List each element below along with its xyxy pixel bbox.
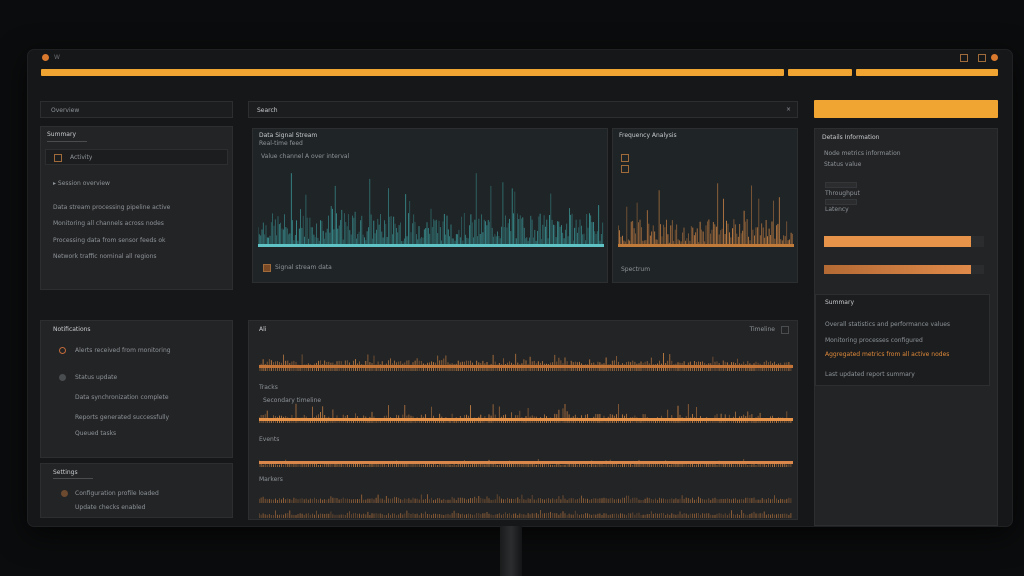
monitor-frame: W Overview Summary Activity ▸ Session ov… [28, 50, 1012, 526]
chart1-title: Data Signal Stream [259, 132, 318, 139]
chart2-title: Frequency Analysis [619, 132, 677, 139]
top-tab-2[interactable] [788, 69, 852, 76]
progress-bar-2 [824, 265, 984, 274]
chart1-legend: Value channel A over interval [261, 153, 350, 160]
top-tab-3[interactable] [856, 69, 998, 76]
activity-row[interactable]: Activity [45, 149, 228, 165]
details-line-3: Throughput [825, 190, 860, 197]
settings-title: Settings [53, 469, 78, 476]
stream-baseline [258, 244, 604, 247]
right-action-button[interactable] [814, 100, 998, 118]
timeline-track-5 [259, 510, 792, 518]
chart1-subtitle: Real-time feed [259, 140, 303, 147]
overview-divider [47, 141, 87, 142]
overview-line-3: Monitoring all channels across nodes [53, 220, 164, 227]
timeline-track-3 [259, 459, 793, 467]
details-title: Details Information [822, 134, 880, 141]
notifications-title: Notifications [53, 326, 91, 333]
notif-line-5: Queued tasks [75, 430, 117, 437]
settings-icon [61, 490, 68, 497]
details-line-2: Status value [824, 161, 862, 168]
summary-line-2: Monitoring processes configured [825, 337, 923, 344]
chart-stream-panel: Data Signal Stream Real-time feed Value … [252, 128, 608, 283]
activity-label: Activity [70, 154, 93, 161]
overview-line-2: Data stream processing pipeline active [53, 204, 171, 211]
notif-line-2: Status update [75, 374, 118, 381]
app-title: W [54, 54, 60, 61]
progress-fill-1 [824, 236, 972, 247]
overview-line-5: Network traffic nominal all regions [53, 253, 157, 260]
timeline-track-2 [259, 403, 793, 423]
chart1-footer-icon [263, 264, 271, 272]
settings-line-2: Update checks enabled [75, 504, 146, 511]
timeline-row-label-4: Markers [259, 476, 283, 483]
summary-title: Summary [825, 299, 854, 306]
summary-line-3: Aggregated metrics from all active nodes [825, 351, 950, 358]
timeline-track-4 [259, 494, 792, 503]
timeline-right-label: Timeline [749, 326, 775, 333]
search-clear-icon[interactable]: × [786, 106, 791, 113]
timeline-track-1 [259, 353, 793, 371]
search-bar[interactable]: Search × [248, 101, 798, 118]
track3-baseline [259, 461, 793, 464]
minimize-icon[interactable] [960, 54, 968, 62]
left-settings-panel: Settings Configuration profile loaded Up… [40, 463, 233, 518]
status-icon [59, 374, 66, 381]
frequency-chart [618, 183, 794, 247]
chart2-footer: Spectrum [621, 266, 651, 273]
chart2-icon-2 [621, 165, 629, 173]
close-icon[interactable] [991, 54, 998, 61]
latency-field[interactable] [825, 199, 857, 205]
left-section-title: Overview [51, 107, 80, 114]
summary-subpanel: Summary Overall statistics and performan… [815, 294, 990, 386]
chart1-footer: Signal stream data [275, 264, 332, 271]
stream-chart [258, 173, 604, 247]
track2-baseline [259, 418, 793, 421]
monitor-stand [500, 526, 522, 576]
timeline-menu-icon[interactable] [781, 326, 789, 334]
overview-subtitle: Summary [47, 131, 76, 138]
track1-baseline [259, 365, 793, 368]
left-header-panel: Overview [40, 101, 233, 118]
search-label: Search [257, 107, 278, 114]
timeline-title: Ali [259, 326, 267, 333]
activity-icon [54, 154, 62, 162]
progress-bar-1 [824, 236, 984, 247]
summary-line-4: Last updated report summary [825, 371, 915, 378]
chart-frequency-panel: Frequency Analysis Spectrum [612, 128, 798, 283]
alert-icon [59, 347, 66, 354]
overview-line-1: ▸ Session overview [53, 180, 110, 187]
chart2-icon-1 [621, 154, 629, 162]
summary-line-1: Overall statistics and performance value… [825, 321, 951, 328]
progress-fill-2 [824, 265, 972, 274]
left-overview-panel: Summary Activity ▸ Session overview Data… [40, 126, 233, 290]
throughput-field[interactable] [825, 182, 857, 188]
notif-line-4: Reports generated successfully [75, 414, 170, 421]
top-progress-bar [41, 69, 784, 76]
timeline-panel: Ali Timeline Tracks Secondary timeline E… [248, 320, 798, 520]
right-details-panel: Details Information Node metrics informa… [814, 128, 998, 526]
maximize-icon[interactable] [978, 54, 986, 62]
app-logo-icon [42, 54, 49, 61]
timeline-row-label-1: Tracks [259, 384, 278, 391]
details-line-4: Latency [825, 206, 849, 213]
settings-divider [53, 478, 93, 479]
settings-line-1: Configuration profile loaded [75, 490, 159, 497]
details-line-1: Node metrics information [824, 150, 901, 157]
left-notifications-panel: Notifications Alerts received from monit… [40, 320, 233, 458]
overview-line-4: Processing data from sensor feeds ok [53, 237, 166, 244]
frequency-baseline [618, 244, 794, 247]
notif-line-1: Alerts received from monitoring [75, 347, 171, 354]
notif-line-3: Data synchronization complete [75, 394, 169, 401]
timeline-row-label-3: Events [259, 436, 280, 443]
